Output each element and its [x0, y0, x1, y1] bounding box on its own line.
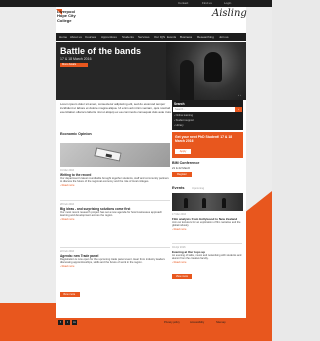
utility-link-login[interactable]: Login [224, 1, 231, 5]
event-item-text: Join our lecturers for an exploration of… [172, 221, 241, 228]
news-image[interactable] [60, 143, 170, 167]
event-item-1[interactable]: 17 Mar 2016 Film analysis from Hollywood… [172, 213, 242, 231]
event-image-figure [222, 198, 226, 208]
logo-line-3: College [57, 17, 72, 23]
conference-register-button[interactable]: Register [172, 172, 192, 177]
main-nav: Home About us Courses Apprentices Studen… [56, 33, 246, 41]
conference-title: BIM Conference [172, 161, 200, 165]
news-item-read-more[interactable]: › Read more [60, 218, 170, 221]
event-item-text: An evening of talks, music and networkin… [172, 254, 242, 261]
footer-link-accessibility[interactable]: Accessibility [190, 321, 204, 324]
news-item-text: Registration is now open for the upcomin… [60, 258, 165, 265]
promo-title: Get your next PhD Student! 17 & 18 March… [175, 135, 233, 143]
utility-link-contact[interactable]: Contact [178, 1, 188, 5]
signature-logo: Aisling [212, 8, 247, 19]
promo-apply-button[interactable]: Apply [175, 149, 191, 154]
event-item-2[interactable]: 04 Apr 2016 Evening at Our tops up An ev… [172, 246, 242, 264]
nav-item-home[interactable]: Home [59, 35, 67, 39]
carousel-arrows-icon[interactable]: ‹ › [238, 93, 241, 97]
news-item-2[interactable]: 28 Feb 2016 Big ideas - and surprising s… [60, 203, 170, 221]
news-view-more-button[interactable]: View more [60, 292, 80, 297]
event-item-read-more[interactable]: › Read more [172, 261, 242, 264]
search-input[interactable]: Search... [173, 107, 235, 112]
nav-item-students[interactable]: Students [122, 35, 134, 39]
conference-date: 21 & 22 March [172, 166, 191, 170]
site-logo[interactable]: Liverpool Hope City College [57, 9, 76, 23]
events-image[interactable] [172, 193, 243, 211]
footer-link-privacy[interactable]: Privacy policy [164, 321, 180, 324]
nav-item-researching[interactable]: Researching [197, 35, 214, 39]
news-item-1[interactable]: 01 Mar 2016 Writing to the record Our de… [60, 169, 170, 187]
news-item-3[interactable]: 22 Feb 2016 Agenda: new Trade panel Regi… [60, 250, 170, 268]
nav-item-business[interactable]: Business [180, 35, 192, 39]
nav-item-events[interactable]: Events [167, 35, 176, 39]
footer-link-sitemap[interactable]: Sitemap [216, 321, 226, 324]
news-item-read-more[interactable]: › Read more [60, 184, 170, 187]
promo-box: Get your next PhD Student! 17 & 18 March… [172, 132, 243, 158]
linkedin-icon[interactable]: in [72, 320, 77, 325]
twitter-icon[interactable]: t [65, 320, 70, 325]
nav-item-apprentices[interactable]: Apprentices [101, 35, 117, 39]
event-image-figure [184, 198, 188, 208]
sidebar-link-student-support[interactable]: › Student support [174, 119, 194, 122]
utility-link-find-us[interactable]: Find us [202, 1, 212, 5]
news-image-card [94, 147, 122, 162]
sidebar-link-online-learning[interactable]: › Online learning [174, 114, 193, 117]
news-item-date: 01 Mar 2016 [60, 169, 75, 172]
hero-date: 17 & 18 March 2016 [60, 57, 92, 61]
event-item-read-more[interactable]: › Read more [172, 228, 242, 231]
nav-item-courses[interactable]: Courses [85, 35, 96, 39]
hero-singer-silhouette [204, 52, 222, 82]
events-heading: Events [172, 186, 185, 190]
news-item-read-more[interactable]: › Read more [60, 265, 170, 268]
nav-item-join[interactable]: Join us [219, 35, 229, 39]
nav-item-services[interactable]: Services [138, 35, 150, 39]
hero-carousel[interactable]: Battle of the bands 17 & 18 March 2016 M… [56, 42, 246, 100]
utility-bar: Contact Find us Login [0, 0, 272, 7]
intro-text: Lorem ipsum dolor sit amet, consectetur … [60, 102, 172, 114]
hero-details-button[interactable]: More details [60, 63, 88, 67]
hero-guitarist-silhouette [180, 60, 194, 100]
nav-item-iqs[interactable]: Our IQS [154, 35, 165, 39]
news-item-title[interactable]: Agenda: new Trade panel [60, 254, 170, 258]
news-item-title[interactable]: Writing to the record [60, 173, 170, 177]
event-item-title[interactable]: Evening at Our tops up [172, 250, 242, 254]
event-image-figure [202, 198, 206, 208]
events-view-more-button[interactable]: View more [172, 274, 192, 279]
page: Contact Find us Login Liverpool Hope Cit… [0, 0, 272, 341]
nav-item-about[interactable]: About us [70, 35, 82, 39]
facebook-icon[interactable]: f [58, 320, 63, 325]
search-submit-button[interactable]: › [235, 107, 242, 112]
event-item-title[interactable]: Film analysis from Hollywood to New Zeal… [172, 217, 242, 221]
news-heading: Economic Opinion [60, 132, 92, 136]
carousel-dots [61, 94, 77, 100]
news-item-text: Our most recent research project has set… [60, 211, 163, 218]
news-item-title[interactable]: Big ideas - and surprising solutions com… [60, 207, 170, 211]
news-item-date: 28 Feb 2016 [60, 203, 75, 206]
events-subheading: Upcoming [192, 187, 205, 190]
hero-title: Battle of the bands [60, 46, 142, 56]
sidebar-link-library[interactable]: › Library [174, 124, 184, 127]
news-item-text: Our department's latest roundtable broug… [60, 177, 169, 184]
news-item-date: 22 Feb 2016 [60, 250, 75, 253]
